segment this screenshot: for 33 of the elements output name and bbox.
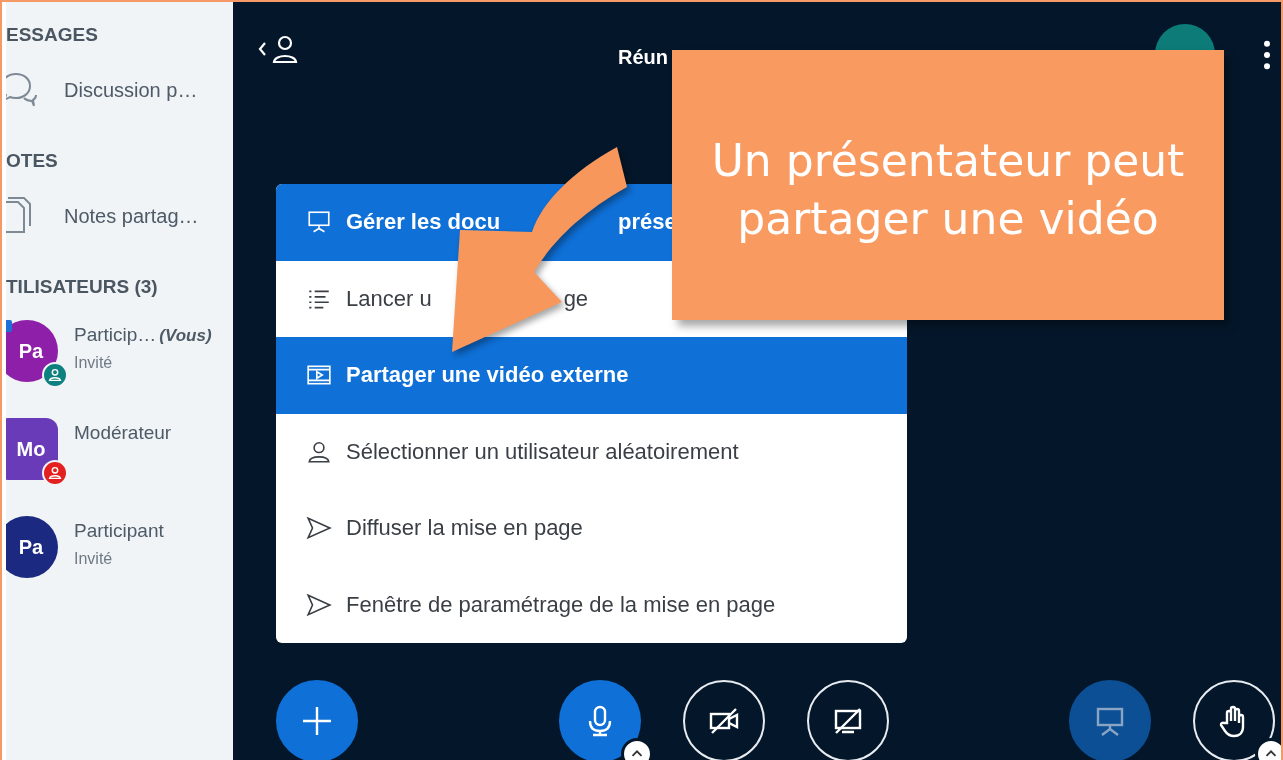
menu-item-label: Fenêtre de paramétrage de la mise en page (346, 591, 776, 618)
user-name: Modérateur (74, 422, 172, 444)
sidebar-item[interactable]: Discussion p… (64, 78, 198, 102)
menu-item-label: Sélectionner un utilisateur aléatoirement (346, 438, 739, 465)
user-role: Invité (74, 550, 114, 568)
menu-item-label: Partager une vidéo externe (346, 362, 629, 389)
meeting-title: Réun (618, 46, 668, 69)
sidebar-item[interactable]: Notes partag… (64, 204, 199, 228)
menu-item-label: Lancer u (346, 285, 432, 312)
send-icon (306, 591, 332, 618)
section-heading: TILISATEURS (3) (6, 276, 159, 298)
you-label: (Vous) (159, 326, 212, 346)
menu-item-label: Diffuser la mise en page (346, 515, 583, 542)
screen-button[interactable] (807, 680, 889, 760)
more-options-icon[interactable] (1263, 40, 1271, 70)
camera-button[interactable] (683, 680, 765, 760)
send-icon (306, 515, 332, 542)
user-avatar: Mo (6, 418, 58, 480)
user-name: Particip… (74, 324, 157, 346)
user-avatar: Pa (6, 516, 58, 578)
menu-item-label: Gérer les docu (346, 209, 501, 236)
role-badge-icon (42, 460, 68, 486)
menu-item[interactable]: Fenêtre de paramétrage de la mise en page (276, 566, 907, 643)
role-badge-icon (42, 362, 68, 388)
user-name: Participant (74, 520, 164, 542)
user-avatar: Pa (6, 320, 58, 382)
menu-item[interactable]: Diffuser la mise en page (276, 490, 907, 567)
section-heading: OTES (6, 150, 59, 172)
menu-item[interactable]: Partager une vidéo externe (276, 337, 907, 414)
section-heading: ESSAGES (6, 24, 99, 46)
user-role: Invité (74, 354, 114, 372)
menu-item[interactable]: Sélectionner un utilisateur aléatoirement (276, 413, 907, 490)
menu-item-label: ge (563, 285, 589, 312)
